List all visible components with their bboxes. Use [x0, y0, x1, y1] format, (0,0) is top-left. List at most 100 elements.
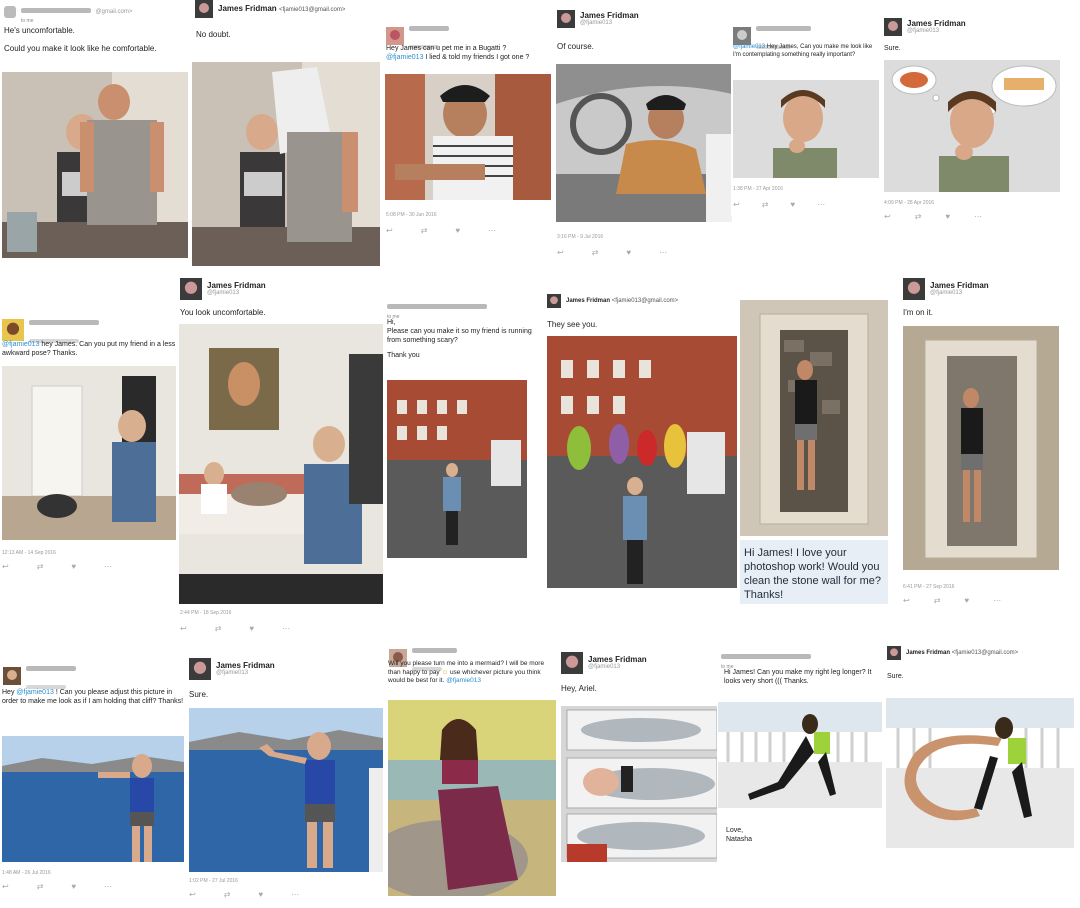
sender-handle: @fjamie013 [930, 290, 963, 296]
tweet-timestamp: 1:38 PM - 27 Apr 2016 [733, 186, 784, 192]
reply-icon[interactable]: ↩ [557, 248, 564, 257]
more-icon[interactable]: ⋯ [282, 624, 290, 633]
like-icon[interactable]: ♥ [71, 562, 76, 571]
tweet-actions: ↩ ⇄ ♥ ⋯ [2, 562, 112, 571]
redacted-name [26, 666, 76, 671]
panel-2-reply: James Fridman <fjamie013@gmail.com> No d… [190, 0, 382, 268]
retweet-icon[interactable]: ⇄ [215, 624, 222, 633]
sender-handle: @fjamie013 [216, 670, 249, 676]
panel-4-reply: James Fridman @fjamie013 Of course. 3:16 … [554, 10, 734, 262]
sender-email: <fjamie013@gmail.com> [951, 649, 1019, 656]
panel-12-header: James Fridman @fjamie013 [903, 278, 989, 300]
to-me-label: to me [21, 18, 34, 24]
couple-mirror-photo [2, 72, 188, 258]
panel-17-signature: Love, Natasha [726, 827, 753, 843]
reply-icon[interactable]: ↩ [189, 890, 196, 899]
redacted-name [412, 648, 457, 653]
panel-14-header: James Fridman @fjamie013 [189, 658, 275, 680]
like-icon[interactable]: ♥ [249, 624, 254, 633]
reply-icon[interactable]: ↩ [2, 882, 9, 891]
panel-16-reply: James Fridman @fjamie013 Hey, Ariel. [558, 650, 718, 880]
clean-stone-doorway-photo [903, 326, 1059, 570]
stone-doorway-photo [740, 300, 888, 536]
sender-name: James Fridman [207, 281, 266, 290]
more-icon[interactable]: ⋯ [817, 200, 825, 209]
man-cap-photo [385, 74, 551, 200]
like-icon[interactable]: ♥ [258, 890, 263, 899]
reply-icon[interactable]: ↩ [2, 562, 9, 571]
panel-8-header: James Fridman @fjamie013 [180, 278, 266, 300]
tweet-actions: ↩ ⇄ ♥ ⋯ [557, 248, 667, 257]
tweet-actions: ↩ ⇄ ♥ ⋯ [733, 200, 825, 209]
message-line-1: Hi, [387, 319, 396, 326]
panel-2-message: No doubt. [196, 30, 231, 39]
more-icon[interactable]: ⋯ [291, 890, 299, 899]
like-icon[interactable]: ♥ [790, 200, 795, 209]
retweet-icon[interactable]: ⇄ [762, 200, 769, 209]
sender-handle: @fjamie013 [207, 290, 240, 296]
mention-link[interactable]: @fjamie013 [446, 677, 481, 684]
retweet-icon[interactable]: ⇄ [592, 248, 599, 257]
avatar [189, 658, 211, 680]
panel-13-message: Hey @fjamie013 ! Can you please adjust t… [2, 689, 184, 705]
mention-link[interactable]: @fjamie013 [2, 341, 39, 348]
reply-icon[interactable]: ↩ [733, 200, 740, 209]
couple-mirror-photo-edited [192, 62, 380, 266]
mention-link[interactable]: @fjamie013 [386, 54, 423, 61]
like-icon[interactable]: ♥ [626, 248, 631, 257]
request-text-bubble: Hi James! I love your photoshop work! Wo… [740, 540, 888, 604]
sender-email: <fjamie013@gmail.com> [278, 6, 346, 13]
retweet-icon[interactable]: ⇄ [421, 226, 428, 235]
tweet-timestamp: 12:13 AM - 14 Sep 2016 [2, 550, 56, 556]
thinking-food-photo [884, 60, 1060, 192]
like-icon[interactable]: ♥ [455, 226, 460, 235]
sender-name: James Fridman [580, 11, 639, 20]
mention-link[interactable]: @fjamie013 [16, 689, 53, 696]
street-girl-photo [387, 380, 527, 558]
more-icon[interactable]: ⋯ [104, 562, 112, 571]
more-icon[interactable]: ⋯ [974, 212, 982, 221]
panel-11-request: Hi James! I love your photoshop work! Wo… [740, 300, 888, 604]
panel-10-reply: James Fridman <fjamie013@gmail.com> They… [544, 292, 740, 592]
panel-2-header: James Fridman <fjamie013@gmail.com> [195, 0, 345, 18]
more-icon[interactable]: ⋯ [104, 882, 112, 891]
mention-link[interactable]: @fjamie013 [733, 44, 765, 50]
retweet-icon[interactable]: ⇄ [37, 562, 44, 571]
long-leg-edited-photo [886, 698, 1074, 848]
like-icon[interactable]: ♥ [71, 882, 76, 891]
panel-9-message: Hi, Please can you make it so my friend … [387, 318, 542, 360]
tweet-actions: ↩ ⇄ ♥ ⋯ [180, 624, 290, 633]
panel-3-message: Hey James can u pet me in a Bugatti ? @f… [386, 45, 530, 61]
more-icon[interactable]: ⋯ [659, 248, 667, 257]
avatar [733, 27, 751, 45]
redacted-name [387, 304, 487, 309]
reply-icon[interactable]: ↩ [180, 624, 187, 633]
retweet-icon[interactable]: ⇄ [224, 890, 231, 899]
retweet-icon[interactable]: ⇄ [915, 212, 922, 221]
panel-7-request: @fjamie013 hey James. Can you put my fri… [0, 308, 178, 576]
panel-3-request: Hey James can u pet me in a Bugatti ? @f… [383, 12, 553, 242]
reply-icon[interactable]: ↩ [903, 596, 910, 605]
retweet-icon[interactable]: ⇄ [37, 882, 44, 891]
reply-icon[interactable]: ↩ [884, 212, 891, 221]
sender-handle: @fjamie013 [907, 28, 940, 34]
like-icon[interactable]: ♥ [945, 212, 950, 221]
panel-5-request: @fjamie013 Hey James, Can you make me lo… [731, 16, 881, 216]
more-icon[interactable]: ⋯ [993, 596, 1001, 605]
dance-pose-photo [718, 702, 882, 808]
panel-8-reply: James Fridman @fjamie013 You look uncomfo… [177, 276, 383, 640]
reply-icon[interactable]: ↩ [386, 226, 393, 235]
tweet-timestamp: 6:41 PM - 27 Sep 2016 [903, 584, 955, 590]
tweet-timestamp: 2:44 PM - 18 Sep 2016 [180, 610, 232, 616]
tweet-actions: ↩ ⇄ ♥ ⋯ [2, 882, 112, 891]
panel-7-message: @fjamie013 hey James. Can you put my fri… [2, 341, 176, 357]
more-icon[interactable]: ⋯ [488, 226, 496, 235]
like-icon[interactable]: ♥ [964, 596, 969, 605]
sender-name: James Fridman [907, 19, 966, 28]
panel-15-request: Will you please turn me into a mermaid? … [386, 638, 558, 898]
avatar [903, 278, 925, 300]
retweet-icon[interactable]: ⇄ [934, 596, 941, 605]
avatar [557, 10, 575, 28]
panel-10-header: James Fridman <fjamie013@gmail.com> [547, 294, 678, 308]
sender-name: James Fridman [216, 661, 275, 670]
